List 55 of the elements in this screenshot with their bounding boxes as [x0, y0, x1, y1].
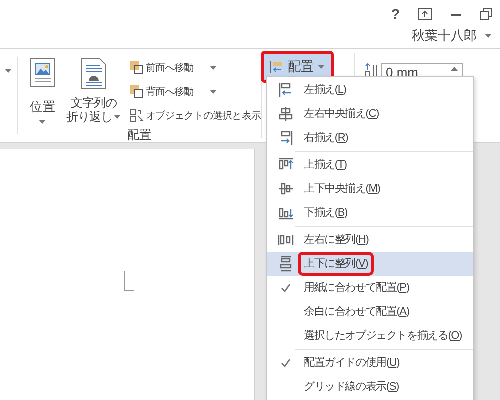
menu-item[interactable]: 配置ガイドの使用(U)	[267, 351, 473, 375]
menu-item-label: 余白に合わせて配置(A)	[303, 304, 410, 320]
margin-mark	[124, 271, 134, 291]
distribute-horizontal-icon	[278, 232, 294, 248]
align-left-icon	[278, 82, 294, 98]
align-icon	[270, 60, 284, 74]
help-button[interactable]: ?	[391, 4, 400, 24]
position-button[interactable]: 位置	[26, 58, 60, 126]
menu-item-label: 下揃え(B)	[303, 206, 348, 221]
wrap-text-icon	[80, 58, 107, 90]
wrap-text-button[interactable]: 文字列の 折り返し	[66, 58, 122, 126]
menu-item-label: 右揃え(R)	[303, 130, 350, 146]
menu-item-label: 用紙に合わせて配置(P)	[303, 280, 410, 296]
ribbon-display-icon[interactable]	[418, 8, 432, 20]
menu-item-label: 選択したオブジェクトを揃える(O)	[303, 328, 463, 344]
selection-pane-icon	[130, 109, 144, 123]
caret-icon	[318, 65, 325, 69]
menu-item[interactable]: 上下中央揃え(M)	[267, 177, 473, 201]
menu-item-label: グリッド線の表示(S)	[303, 380, 400, 395]
layer-icon	[130, 85, 144, 99]
menu-item[interactable]: 上揃え(T)	[267, 153, 473, 177]
spacing-icon	[365, 63, 379, 79]
caret-icon	[39, 120, 46, 124]
menu-item-label: 左右に整列(H)	[303, 232, 370, 248]
distribute-vertical-icon	[278, 256, 294, 272]
caret-icon	[5, 69, 12, 73]
menu-item[interactable]: 上下に整列(V)	[267, 252, 473, 276]
menu-item-label: 上揃え(T)	[303, 158, 348, 173]
menu-item[interactable]: グリッド線の表示(S)	[267, 375, 473, 399]
layer-icon	[130, 61, 144, 75]
align-center-icon	[278, 106, 294, 122]
arrange-button[interactable]: オブジェクトの選択と表示	[130, 106, 261, 126]
menu-item[interactable]: 左右に整列(H)	[267, 228, 473, 252]
menu-item[interactable]: 右揃え(R)	[267, 126, 473, 150]
caret-icon	[114, 115, 122, 119]
align-right-icon	[278, 130, 294, 146]
align-middle-icon	[278, 181, 294, 197]
menu-item[interactable]: 下揃え(B)	[267, 201, 473, 225]
menu-item-label: 配置ガイドの使用(U)	[303, 356, 401, 371]
menu-item-label: 左揃え(L)	[303, 82, 348, 98]
group-label: 配置	[126, 127, 152, 144]
spin-up-icon	[451, 67, 458, 71]
restore-icon[interactable]	[480, 8, 492, 20]
arrange-button[interactable]: 前面へ移動	[130, 58, 261, 78]
menu-item[interactable]: 余白に合わせて配置(A)	[267, 300, 473, 324]
arrange-button[interactable]: 背面へ移動	[130, 82, 261, 102]
menu-item-label: 左右中央揃え(C)	[303, 106, 380, 122]
menu-item[interactable]: 用紙に合わせて配置(P)	[267, 276, 473, 300]
position-icon	[30, 58, 56, 88]
user-menu[interactable]: 秋葉十八郎	[412, 24, 492, 48]
caret-icon	[485, 34, 492, 38]
menu-item-label: 上下中央揃え(M)	[303, 182, 382, 197]
menu-item[interactable]: 選択したオブジェクトを揃える(O)	[267, 324, 473, 348]
menu-item[interactable]: 左右中央揃え(C)	[267, 102, 473, 126]
menu-item-label: 上下に整列(V)	[301, 254, 372, 274]
